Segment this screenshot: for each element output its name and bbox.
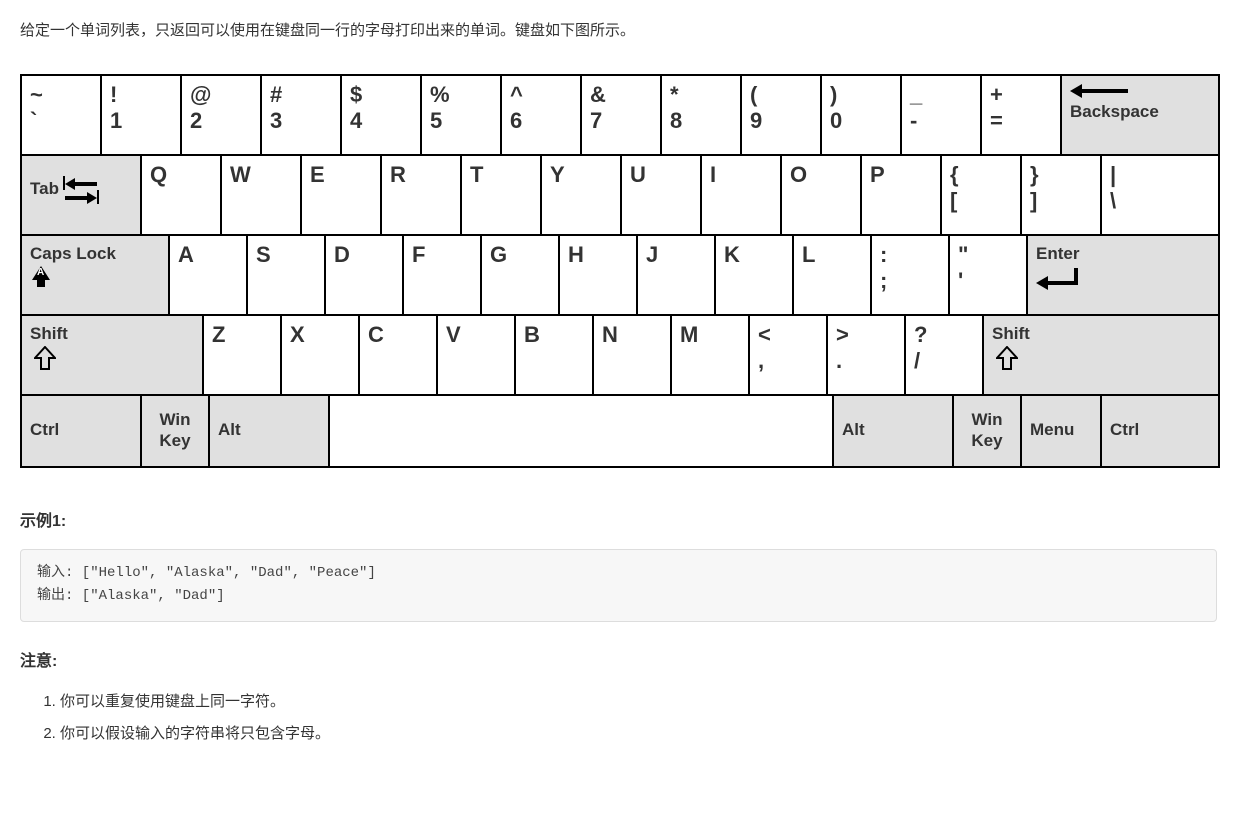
key-win-left: WinKey — [142, 396, 210, 466]
key-tab: Tab — [22, 156, 142, 234]
key-comma: <, — [750, 316, 828, 394]
key-q: Q — [142, 156, 222, 234]
key-d: D — [326, 236, 404, 314]
key-b: B — [516, 316, 594, 394]
key-ctrl-left: Ctrl — [22, 396, 142, 466]
key-backspace: Backspace — [1062, 76, 1218, 154]
key-brackets-close: }] — [1022, 156, 1102, 234]
keyboard-row-5: Ctrl WinKey Alt Alt WinKey Menu Ctrl — [22, 396, 1218, 466]
key-a: A — [170, 236, 248, 314]
notes-list: 你可以重复使用键盘上同一字符。 你可以假设输入的字符串将只包含字母。 — [20, 689, 1217, 746]
key-6: ^6 — [502, 76, 582, 154]
key-capslock: Caps Lock A — [22, 236, 170, 314]
keyboard-row-1: ~` !1 @2 #3 $4 %5 ^6 &7 *8 (9 )0 _- += B… — [22, 76, 1218, 156]
capslock-arrow-icon: A — [32, 266, 50, 280]
key-k: K — [716, 236, 794, 314]
note-item: 你可以假设输入的字符串将只包含字母。 — [60, 721, 1217, 747]
key-8: *8 — [662, 76, 742, 154]
key-x: X — [282, 316, 360, 394]
enter-arrow-icon — [1036, 268, 1080, 288]
key-0: )0 — [822, 76, 902, 154]
example-code-block: 输入: ["Hello", "Alaska", "Dad", "Peace"] … — [20, 549, 1217, 623]
key-e: E — [302, 156, 382, 234]
key-z: Z — [204, 316, 282, 394]
key-brackets-open: {[ — [942, 156, 1022, 234]
keyboard-row-4: Shift Z X C V B N M <, >. ?/ Shift — [22, 316, 1218, 396]
keyboard-diagram: ~` !1 @2 #3 $4 %5 ^6 &7 *8 (9 )0 _- += B… — [20, 74, 1220, 468]
key-s: S — [248, 236, 326, 314]
key-p: P — [862, 156, 942, 234]
key-4: $4 — [342, 76, 422, 154]
shift-arrow-icon — [996, 346, 1018, 370]
example-output-value: ["Alaska", "Dad"] — [73, 588, 224, 604]
key-shift-left: Shift — [22, 316, 204, 394]
key-7: &7 — [582, 76, 662, 154]
key-y: Y — [542, 156, 622, 234]
key-3: #3 — [262, 76, 342, 154]
key-9: (9 — [742, 76, 822, 154]
key-quote: "' — [950, 236, 1028, 314]
key-win-right: WinKey — [954, 396, 1022, 466]
key-alt-left: Alt — [210, 396, 330, 466]
tab-arrows-icon — [63, 176, 99, 204]
key-ctrl-right: Ctrl — [1102, 396, 1218, 466]
key-t: T — [462, 156, 542, 234]
key-g: G — [482, 236, 560, 314]
key-shift-right: Shift — [984, 316, 1218, 394]
key-alt-right: Alt — [834, 396, 954, 466]
key-semicolon: :; — [872, 236, 950, 314]
key-h: H — [560, 236, 638, 314]
key-i: I — [702, 156, 782, 234]
key-period: >. — [828, 316, 906, 394]
key-minus: _- — [902, 76, 982, 154]
key-equals: += — [982, 76, 1062, 154]
key-enter: Enter — [1028, 236, 1218, 314]
key-r: R — [382, 156, 462, 234]
example-heading: 示例1: — [20, 508, 1217, 535]
key-2: @2 — [182, 76, 262, 154]
key-o: O — [782, 156, 862, 234]
backspace-arrow-icon — [1070, 84, 1130, 96]
example-output-label: 输出: — [37, 588, 73, 604]
keyboard-row-2: Tab Q W E R T Y U I O P {[ }] |\ — [22, 156, 1218, 236]
notes-heading: 注意: — [20, 648, 1217, 675]
key-m: M — [672, 316, 750, 394]
key-backslash: |\ — [1102, 156, 1218, 234]
note-item: 你可以重复使用键盘上同一字符。 — [60, 689, 1217, 715]
key-menu: Menu — [1022, 396, 1102, 466]
key-c: C — [360, 316, 438, 394]
key-slash: ?/ — [906, 316, 984, 394]
keyboard-row-3: Caps Lock A A S D F G H J K L :; "' Ente… — [22, 236, 1218, 316]
key-space — [330, 396, 834, 466]
key-l: L — [794, 236, 872, 314]
key-u: U — [622, 156, 702, 234]
key-v: V — [438, 316, 516, 394]
key-1: !1 — [102, 76, 182, 154]
key-5: %5 — [422, 76, 502, 154]
key-w: W — [222, 156, 302, 234]
key-n: N — [594, 316, 672, 394]
example-input-value: ["Hello", "Alaska", "Dad", "Peace"] — [73, 565, 375, 581]
key-j: J — [638, 236, 716, 314]
key-tilde: ~` — [22, 76, 102, 154]
key-f: F — [404, 236, 482, 314]
problem-description: 给定一个单词列表，只返回可以使用在键盘同一行的字母打印出来的单词。键盘如下图所示… — [20, 18, 1217, 44]
shift-arrow-icon — [34, 346, 56, 370]
example-input-label: 输入: — [37, 565, 73, 581]
